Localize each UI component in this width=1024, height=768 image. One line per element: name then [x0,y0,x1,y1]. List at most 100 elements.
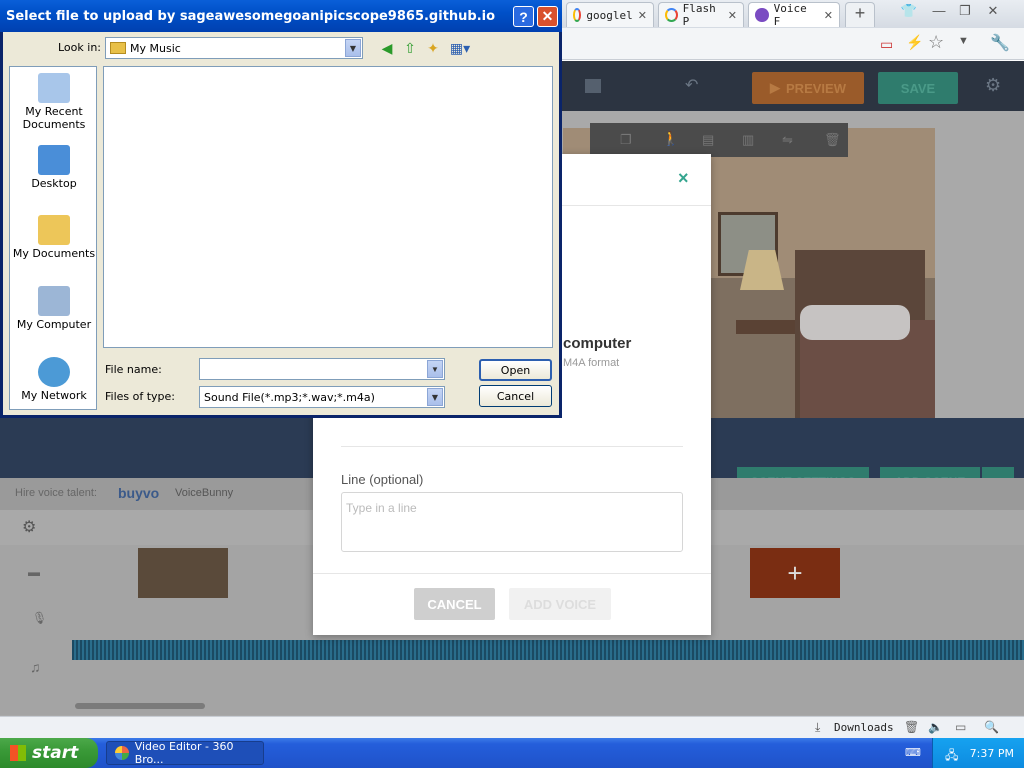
layer-icon[interactable]: ▤ [702,132,714,148]
dialog-close-button[interactable]: ✕ [537,6,558,27]
tab-voice[interactable]: Voice F ✕ [748,2,840,28]
network-icon[interactable]: 🖧 [945,746,958,767]
task-label: Video Editor - 360 Bro... [134,740,234,766]
close-window-icon[interactable]: ✕ [982,3,1004,23]
file-list[interactable] [103,66,553,348]
view-menu-icon[interactable]: ▦▾ [448,40,472,56]
open-button[interactable]: Open [479,359,552,381]
taskbar-item-video-editor[interactable]: Video Editor - 360 Bro... [106,740,264,766]
screen-record-icon[interactable]: ▭ [880,36,893,53]
tab-label: Flash P [682,2,716,28]
close-tab-icon[interactable]: ✕ [728,9,737,22]
tab-googlel[interactable]: googlel ✕ [566,2,654,27]
restore-icon[interactable]: ❐ [954,3,976,23]
mic-track-icon: 🎙 [32,611,48,625]
files-of-type-label: Files of type: [105,390,176,403]
place-label: My Network [21,389,87,402]
tab-label: googlel [586,8,633,22]
add-voice-button[interactable]: ADD VOICE [509,588,611,620]
my-network-icon [38,357,70,387]
files-of-type-select[interactable]: Sound File(*.mp3;*.wav;*.m4a) ▼ [199,386,445,408]
new-folder-icon[interactable]: ✦ [424,40,442,56]
place-my-network[interactable]: My Network [10,357,98,402]
line-input[interactable] [341,492,683,552]
nightstand [736,320,796,334]
line-label: Line (optional) [341,472,424,487]
google-icon [665,8,678,22]
close-icon[interactable]: × [678,168,696,188]
add-scene-thumbnail[interactable]: + [750,548,840,598]
play-icon: ▶ [770,80,781,95]
camera-track-icon: ▬ [28,565,40,579]
walk-icon[interactable]: 🚶 [662,130,679,147]
flip-icon[interactable]: ⇋ [782,132,793,148]
look-in-value: My Music [130,41,181,55]
new-tab-button[interactable]: + [845,2,875,27]
download-icon[interactable]: ⤓ [815,720,820,735]
upload-option-title[interactable]: computer [563,335,631,352]
scene-toolbar: ❐ 🚶 ▤ ▥ ⇋ 🗑 [590,123,848,157]
start-button[interactable]: start [0,738,98,768]
place-my-computer[interactable]: My Computer [10,286,98,331]
lightning-icon[interactable]: ⚡ [906,34,923,51]
close-tab-icon[interactable]: ✕ [824,9,833,22]
chevron-down-icon[interactable]: ▼ [427,388,443,406]
duplicate-icon[interactable]: ❐ [620,132,632,148]
voice-site-icon [755,8,769,22]
keyboard-icon[interactable]: ⌨ [905,746,921,759]
file-name-label: File name: [105,363,162,376]
place-label: My Recent Documents [22,105,86,131]
up-folder-icon[interactable]: ⇧ [401,40,419,56]
save-button[interactable]: SAVE [878,72,958,104]
preview-label: PREVIEW [786,80,846,96]
undo-icon[interactable]: ↶ [685,75,698,95]
timeline-scrollbar[interactable] [75,703,205,709]
hire-voice-label: Hire voice talent: [15,487,97,499]
place-desktop[interactable]: Desktop [10,145,98,190]
look-in-select[interactable]: My Music ▼ [105,37,363,59]
skin-icon[interactable]: 👕 [898,3,920,23]
trash-icon[interactable]: 🗑 [904,720,919,734]
layer-icon[interactable]: ▥ [742,132,754,148]
place-my-documents[interactable]: My Documents [10,215,98,260]
back-icon[interactable]: ◀ [378,40,396,56]
help-button[interactable]: ? [513,6,534,27]
trash-icon[interactable]: 🗑 [824,132,841,148]
speaker-icon[interactable]: 🔈 [928,720,943,734]
my-computer-icon [38,286,70,316]
my-documents-icon [38,215,70,245]
favorite-star-icon[interactable]: ☆ [928,32,944,53]
scene-thumbnail[interactable] [138,548,228,598]
gear-icon[interactable]: ⚙ [985,75,1001,96]
audio-waveform[interactable] [72,640,1024,660]
clock[interactable]: 7:37 PM [970,747,1014,760]
tab-flash[interactable]: Flash P ✕ [658,2,744,28]
tab-label: Voice F [773,2,807,28]
windows-logo-icon [10,745,26,761]
tools-wrench-icon[interactable]: 🔧 [990,33,1010,53]
minimize-icon[interactable]: — [928,3,950,23]
zoom-icon[interactable]: 🔍 [984,720,999,734]
close-tab-icon[interactable]: ✕ [638,9,647,22]
place-recent-documents[interactable]: My Recent Documents [10,73,98,131]
files-of-type-value: Sound File(*.mp3;*.wav;*.m4a) [204,390,375,404]
window-icon[interactable]: ▭ [955,720,966,734]
google-icon [573,8,582,22]
place-label: Desktop [31,177,77,190]
desktop-icon [38,145,70,175]
gear-icon[interactable]: ⚙ [22,517,36,537]
preview-button[interactable]: ▶ PREVIEW [752,72,864,104]
dialog-cancel-button[interactable]: Cancel [479,385,552,407]
downloads-label[interactable]: Downloads [834,721,894,734]
chevron-down-icon[interactable]: ▼ [958,35,969,47]
browser-status-bar: ⤓ Downloads 🗑 🔈 ▭ 🔍 [0,716,1024,738]
cancel-button[interactable]: CANCEL [414,588,495,620]
buyvo-logo[interactable]: buyvo [118,485,159,501]
voicebunny-logo[interactable]: VoiceBunny [175,487,233,499]
chevron-down-icon[interactable]: ▼ [427,360,443,378]
start-label: start [32,743,79,763]
music-track-icon: ♫ [30,659,41,675]
file-name-input[interactable]: ▼ [199,358,445,380]
copy-icon[interactable] [585,79,601,93]
chevron-down-icon[interactable]: ▼ [345,39,361,57]
